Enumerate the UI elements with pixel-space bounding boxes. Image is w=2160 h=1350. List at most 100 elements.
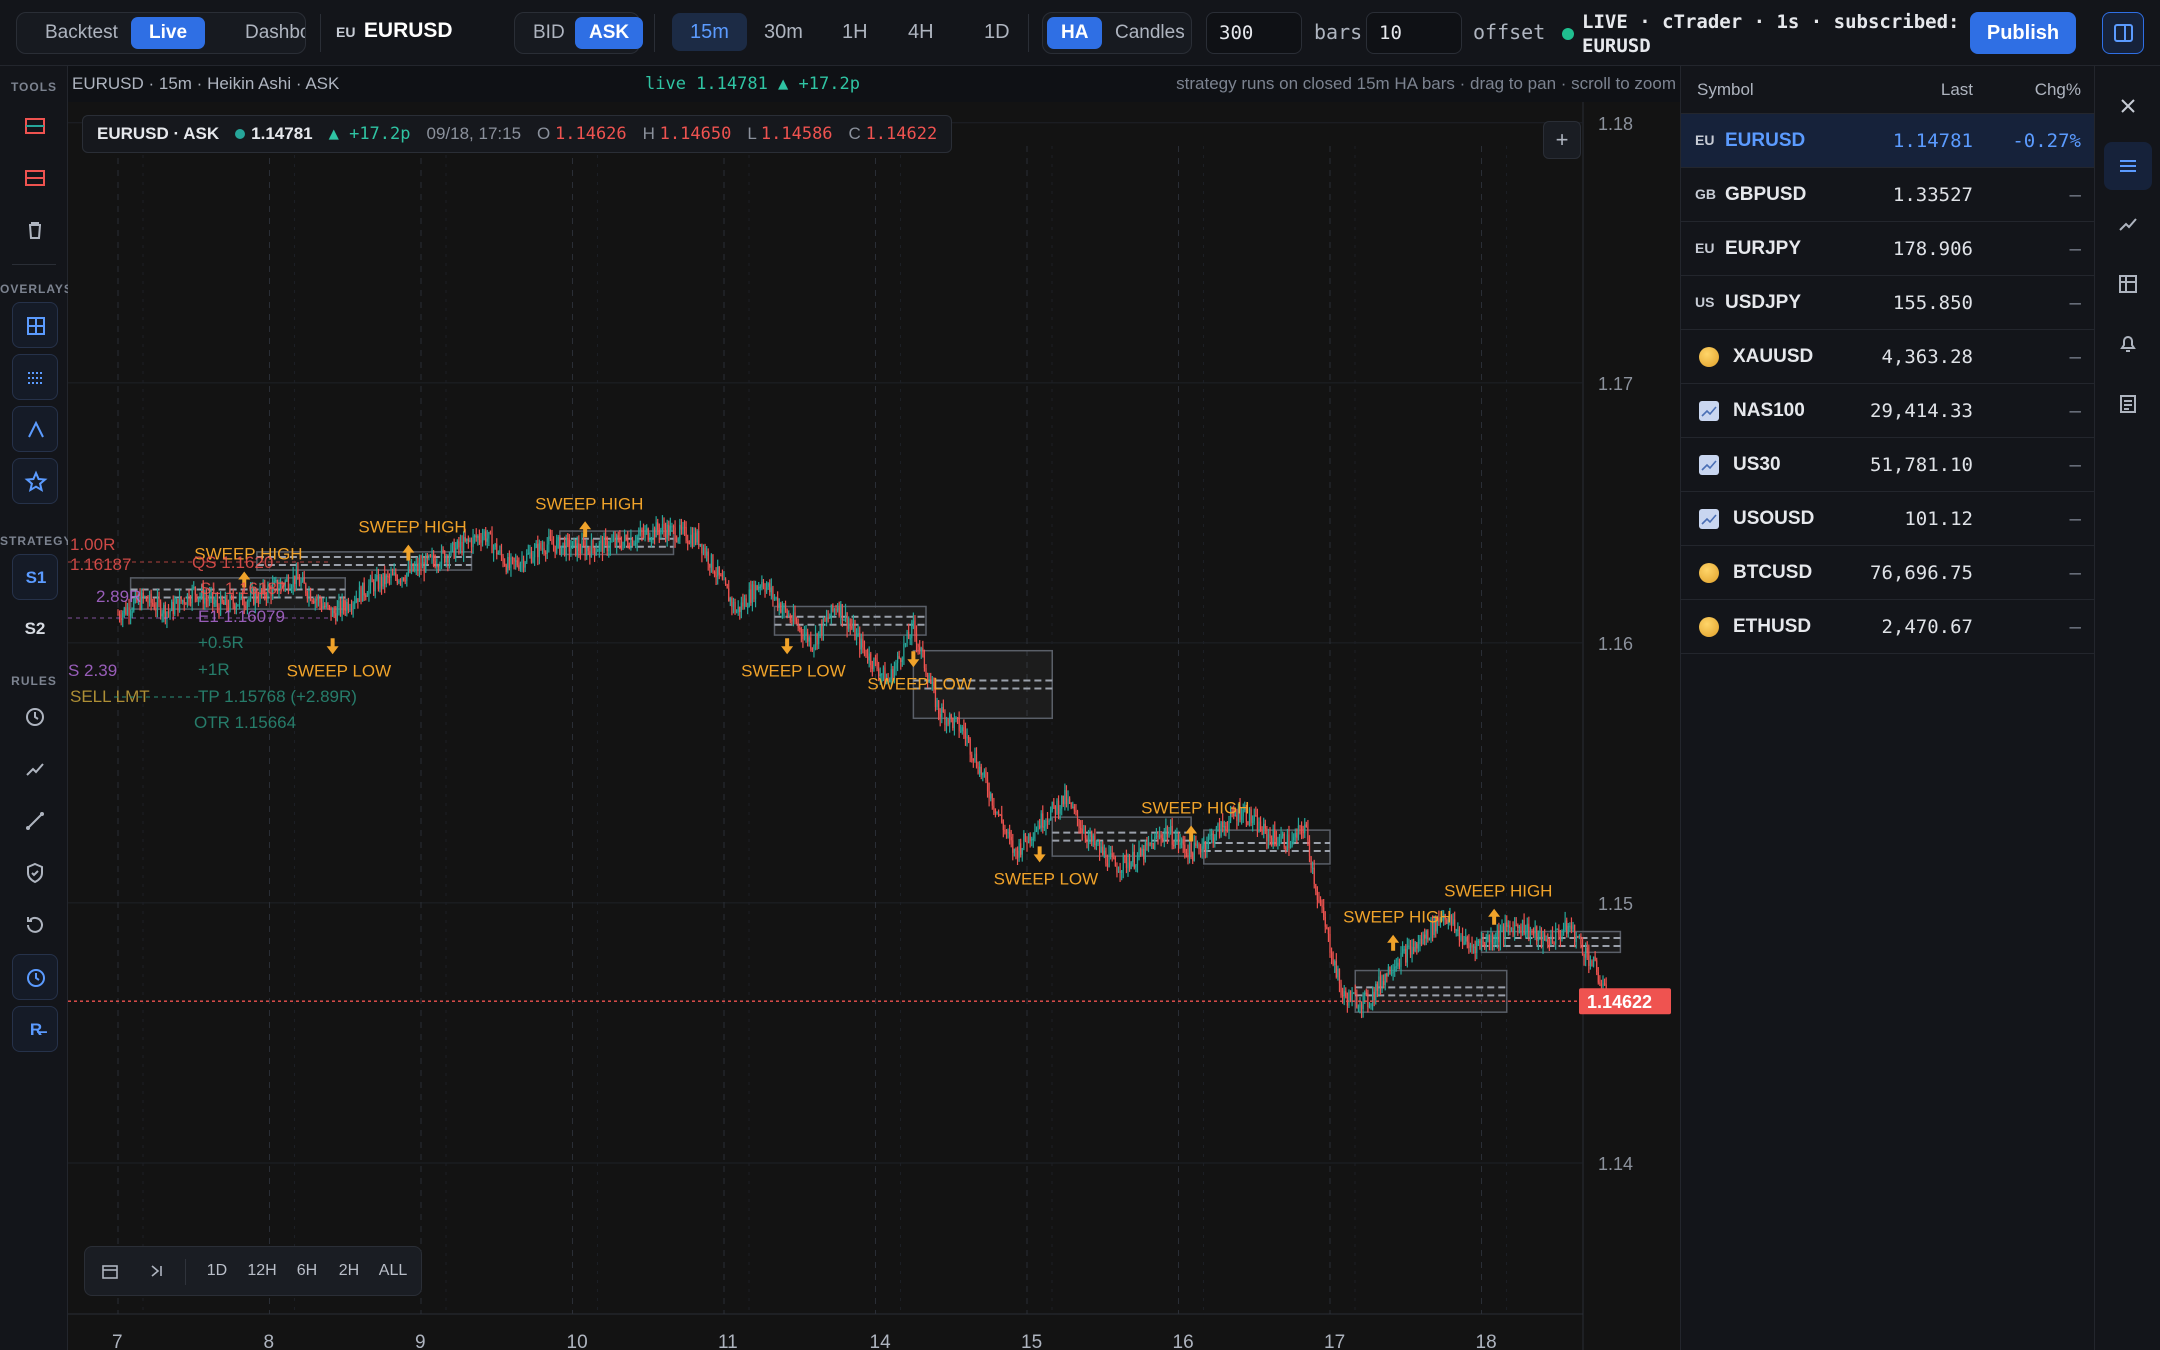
bid-button[interactable]: BID [519, 17, 579, 49]
candle-body [1269, 834, 1271, 839]
tab-dashboard[interactable]: Dashbo [227, 17, 305, 49]
candle-body [1200, 849, 1202, 853]
col-change[interactable]: Chg% [2035, 80, 2081, 100]
offset-input[interactable]: 10 [1366, 12, 1462, 54]
timeframe-1d[interactable]: 1D [966, 13, 1028, 51]
strategy-s1-button[interactable]: S1 [12, 554, 58, 600]
candle-body [756, 585, 758, 590]
short-position-tool[interactable] [12, 155, 58, 201]
overlay-swing-button[interactable] [12, 406, 58, 452]
candle-body [1482, 940, 1484, 945]
performance-tab-button[interactable] [2104, 200, 2152, 248]
candle-body [988, 791, 990, 799]
rule-measure-button[interactable] [12, 798, 58, 844]
candle-body [1031, 838, 1033, 841]
candle-body [257, 600, 260, 602]
publish-button[interactable]: Publish [1970, 12, 2076, 54]
ask-button[interactable]: ASK [575, 17, 644, 49]
rule-history-button[interactable] [12, 902, 58, 948]
timeframe-30m[interactable]: 30m [746, 13, 821, 51]
rule-risk-button[interactable] [12, 850, 58, 896]
close-panel-button[interactable] [2104, 82, 2152, 130]
candle-body [552, 544, 555, 547]
candle-body [829, 616, 831, 619]
candle-body [142, 592, 144, 597]
watchlist-row[interactable]: BTCUSD 76,696.75 — [1681, 546, 2095, 600]
watchlist-last-price: 51,781.10 [1870, 454, 1973, 476]
candle-body [1471, 945, 1473, 948]
candle-body [385, 575, 387, 585]
candle-body [1487, 935, 1489, 941]
watchlist-row[interactable]: GB GBPUSD 1.33527 — [1681, 168, 2095, 222]
symbol-selector[interactable]: EU EURUSD [336, 19, 453, 43]
watchlist-row[interactable]: EU EURJPY 178.906 — [1681, 222, 2095, 276]
candle-body [213, 602, 215, 605]
data-table-tab-button[interactable] [2104, 260, 2152, 308]
timeframe-1h[interactable]: 1H [824, 13, 886, 51]
watchlist-row[interactable]: US30 51,781.10 — [1681, 438, 2095, 492]
candle-body [1225, 826, 1227, 830]
candle-body [620, 544, 623, 549]
candle-body [1087, 837, 1090, 842]
tab-live[interactable]: Live [131, 17, 206, 49]
range-6h-button[interactable]: 6H [287, 1247, 327, 1295]
strategy-s2-button[interactable]: S2 [12, 606, 58, 652]
watchlist-row[interactable]: US USDJPY 155.850 — [1681, 276, 2095, 330]
overlay-grid-button[interactable] [12, 302, 58, 348]
sweep-high-label: SWEEP HIGH [535, 494, 643, 513]
rule-trend-button[interactable] [12, 746, 58, 792]
candle-body [1099, 842, 1101, 853]
overlay-star-button[interactable] [12, 458, 58, 504]
col-symbol[interactable]: Symbol [1697, 80, 1754, 100]
delete-tool[interactable] [12, 207, 58, 253]
watchlist-row[interactable]: EU EURUSD 1.14781 -0.27% [1681, 114, 2095, 168]
range-all-button[interactable]: ALL [371, 1247, 415, 1295]
range-2h-button[interactable]: 2H [329, 1247, 369, 1295]
candle-body [1274, 829, 1276, 838]
candle-body [1004, 829, 1006, 832]
timeframe-15m[interactable]: 15m [672, 13, 747, 51]
candle-body [1466, 937, 1468, 942]
candle-body [849, 623, 851, 627]
long-position-tool[interactable] [12, 103, 58, 149]
watchlist-row[interactable]: ETHUSD 2,470.67 — [1681, 600, 2095, 654]
price-chart[interactable]: 1.18 1.17 1.16 1.15 1.14 7 8 9 10 11 14 15 16 17 18 SWE… [68, 66, 1680, 1350]
candles-button[interactable]: Candles [1101, 17, 1199, 49]
watchlist-row[interactable]: NAS100 29,414.33 — [1681, 384, 2095, 438]
rule-r-multiple-button[interactable]: R̶ [12, 1006, 58, 1052]
add-indicator-button[interactable]: + [1543, 121, 1581, 159]
candle-body [1102, 846, 1104, 855]
panel-toggle-button[interactable] [2102, 12, 2144, 54]
watchlist-tab-button[interactable] [2104, 142, 2152, 190]
watchlist-change: -0.27% [2012, 130, 2081, 152]
status-line-2: EURUSD [1582, 35, 1651, 57]
candle-body [1029, 833, 1031, 841]
heikin-ashi-button[interactable]: HA [1047, 17, 1103, 49]
candle-body [1515, 924, 1517, 927]
go-to-latest-button[interactable] [139, 1247, 173, 1295]
rule-session-button[interactable] [12, 694, 58, 740]
bars-input[interactable]: 300 [1206, 12, 1302, 54]
tab-backtest[interactable]: Backtest [27, 17, 136, 49]
col-last[interactable]: Last [1941, 80, 1973, 100]
watchlist-symbol: GBPUSD [1725, 184, 1807, 205]
timeframe-4h[interactable]: 4H [890, 13, 952, 51]
range-12h-button[interactable]: 12H [239, 1247, 285, 1295]
rule-time-button[interactable] [12, 954, 58, 1000]
date-picker-button[interactable] [93, 1247, 127, 1295]
candle-body [194, 586, 196, 595]
notes-tab-button[interactable] [2104, 380, 2152, 428]
alerts-tab-button[interactable] [2104, 320, 2152, 368]
chart-subheader: EURUSD · 15m · Heikin Ashi · ASK live 1.… [68, 66, 1680, 102]
watchlist-row[interactable]: USOUSD 101.12 — [1681, 492, 2095, 546]
candle-body [204, 597, 206, 604]
candle-body [1452, 919, 1454, 925]
watchlist-row[interactable]: XAUUSD 4,363.28 — [1681, 330, 2095, 384]
candle-body [1080, 828, 1082, 830]
range-1d-button[interactable]: 1D [197, 1247, 237, 1295]
overlay-levels-button[interactable] [12, 354, 58, 400]
chart-area[interactable]: 1.18 1.17 1.16 1.15 1.14 7 8 9 10 11 14 15 16 17 18 SWE… [68, 66, 1680, 1350]
candle-body [292, 575, 294, 587]
candle-body [1594, 956, 1596, 961]
candle-body [1217, 823, 1219, 828]
